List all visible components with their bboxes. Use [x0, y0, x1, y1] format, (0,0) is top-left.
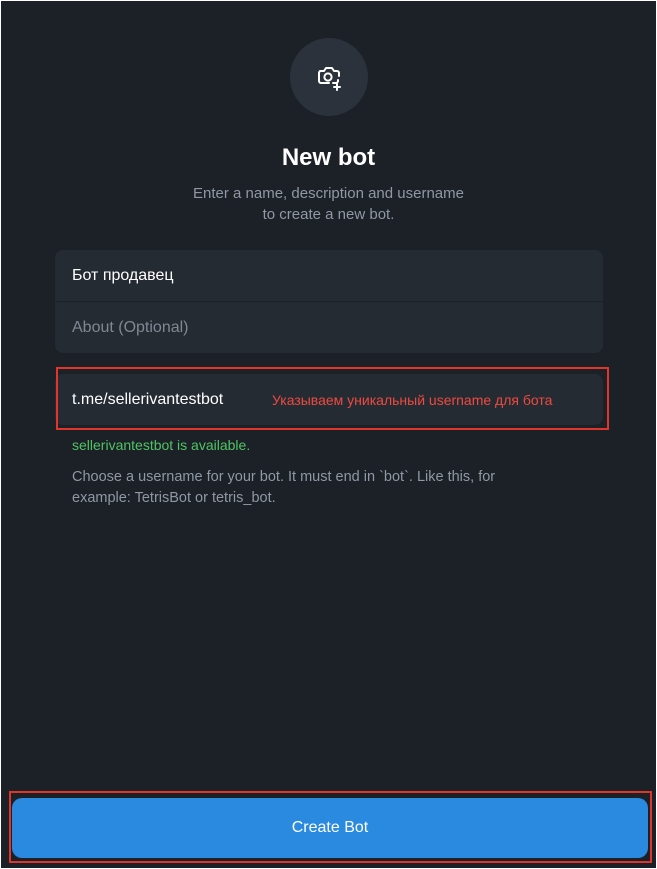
set-photo-button[interactable] — [290, 38, 368, 116]
about-field[interactable]: About (Optional) — [55, 302, 603, 353]
bot-details-card: Бот продавец About (Optional) — [55, 250, 603, 353]
new-bot-screen: New bot Enter a name, description and us… — [1, 1, 656, 868]
page-title: New bot — [281, 144, 376, 171]
username-hint: Choose a username for your bot. It must … — [72, 469, 496, 506]
subtitle-line-2: to create a new bot. — [262, 206, 395, 223]
availability-status: sellerivantestbot is available. — [72, 437, 251, 453]
page-subtitle: Enter a name, description and username t… — [1, 183, 656, 225]
bot-name-field[interactable]: Бот продавец — [55, 250, 603, 301]
camera-plus-icon — [318, 67, 341, 91]
create-bot-button[interactable]: Create Bot — [12, 798, 648, 858]
subtitle-line-1: Enter a name, description and username — [193, 185, 464, 202]
username-annotation: Указываем уникальный username для бота — [272, 392, 553, 408]
